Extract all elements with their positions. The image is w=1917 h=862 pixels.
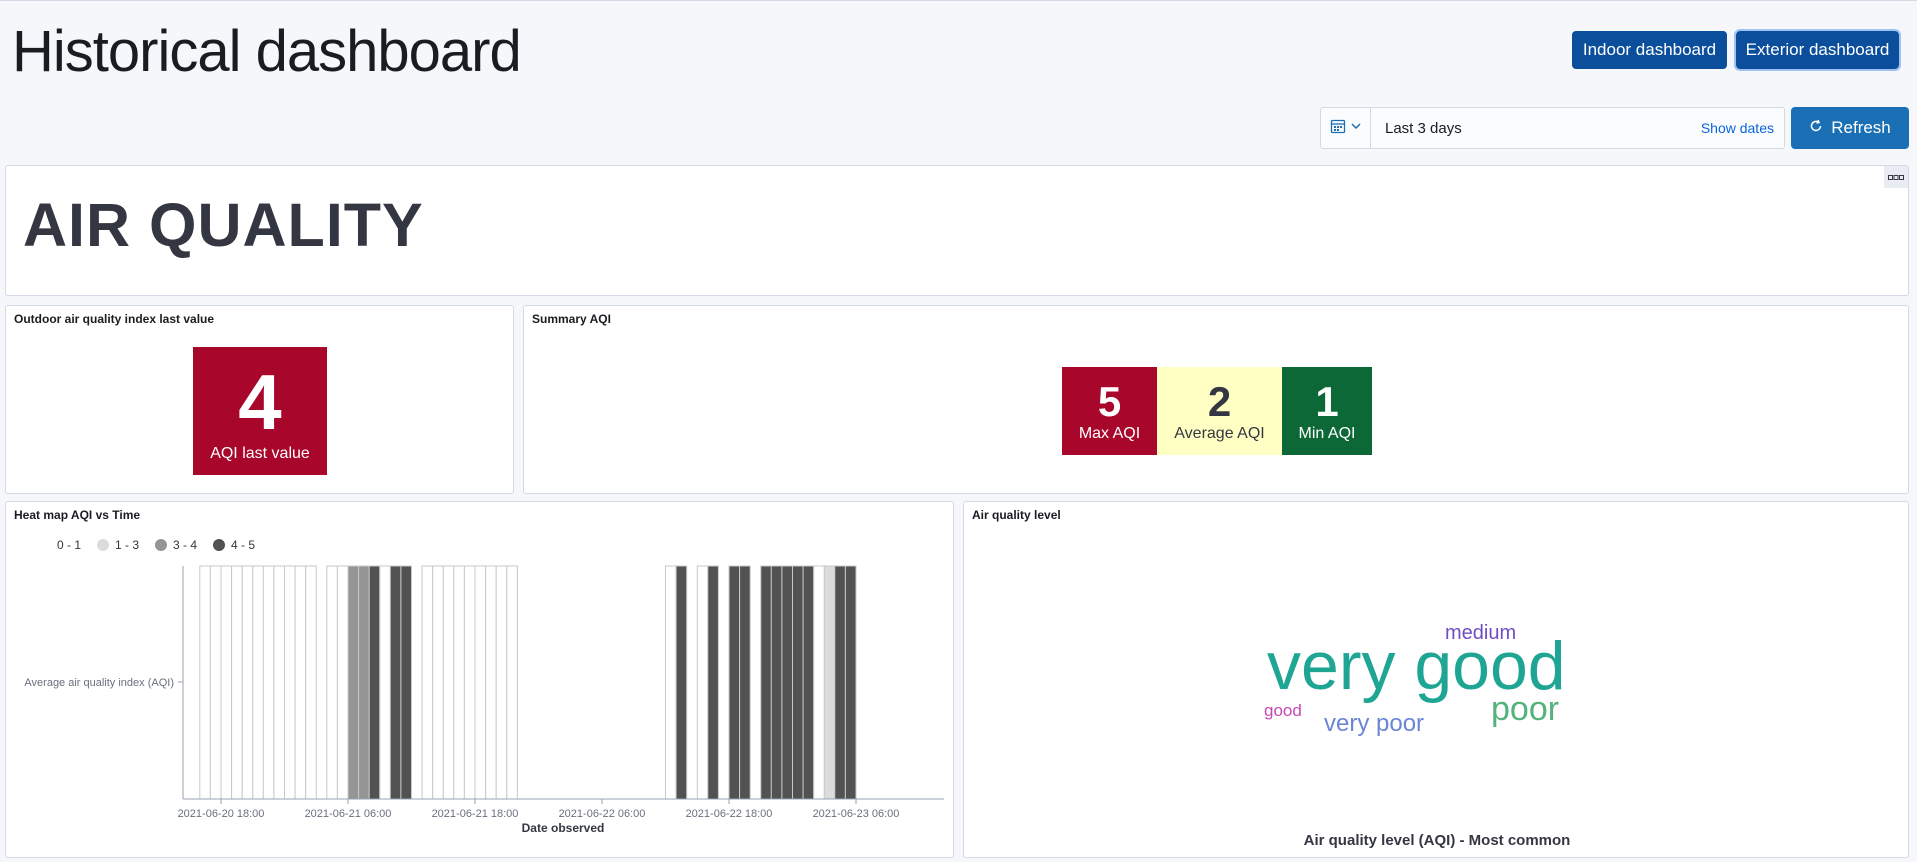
page-title: Historical dashboard [12, 19, 522, 84]
refresh-icon [1809, 118, 1823, 138]
metric-value: 2 [1207, 378, 1232, 425]
heatmap-cell[interactable] [326, 565, 338, 800]
word-cloud-caption: Air quality level (AQI) - Most common [1303, 832, 1571, 849]
panel-title: Air quality level [972, 508, 1061, 522]
heatmap-cell[interactable] [432, 565, 444, 800]
heatmap-cell[interactable] [792, 565, 804, 800]
last-value-panel: Outdoor air quality index last value 4 A… [5, 305, 514, 494]
heatmap-cell[interactable] [506, 565, 518, 800]
heatmap-cell[interactable] [209, 565, 222, 800]
x-axis-label: Date observed [522, 821, 605, 835]
heatmap-cell[interactable] [400, 565, 412, 800]
y-axis-label: Average air quality index (AQI) [24, 677, 174, 689]
aqi-last-value-metric: 4 AQI last value [193, 347, 327, 475]
heatmap-cell[interactable] [305, 565, 317, 800]
heatmap-cell[interactable] [696, 565, 709, 800]
heatmap-cell[interactable] [665, 565, 677, 800]
exterior-dashboard-button[interactable]: Exterior dashboard [1734, 29, 1901, 71]
heatmap-cell[interactable] [495, 565, 508, 800]
heatmap-cell[interactable] [485, 565, 497, 800]
heatmap-cell[interactable] [813, 565, 825, 800]
refresh-label: Refresh [1831, 118, 1891, 137]
heatmap-cell[interactable] [474, 565, 487, 800]
x-tick-label: 2021-06-21 18:00 [432, 808, 519, 820]
word-good[interactable]: good [1264, 702, 1302, 719]
x-tick-label: 2021-06-20 18:00 [178, 808, 265, 820]
summary-aqi-panel: Summary AQI 5 Max AQI 2 Average AQI 1 Mi… [523, 305, 1909, 494]
heatmap-cell[interactable] [442, 565, 455, 800]
heatmap-cell[interactable] [802, 565, 815, 800]
panel-options-button[interactable] [1884, 166, 1908, 188]
show-dates-link[interactable]: Show dates [1701, 120, 1784, 136]
heatmap-cell[interactable] [294, 565, 307, 800]
heatmap-cell[interactable] [231, 565, 243, 800]
max-aqi-metric: 5 Max AQI [1062, 367, 1157, 455]
chevron-down-icon [1350, 119, 1362, 137]
heatmap-cell[interactable] [199, 565, 211, 800]
x-tick-label: 2021-06-23 06:00 [813, 808, 900, 820]
air-quality-level-panel: Air quality level very good medium poor … [963, 501, 1909, 858]
heatmap-cell[interactable] [728, 565, 741, 800]
panel-title: Outdoor air quality index last value [14, 312, 215, 326]
metric-label: AQI last value [210, 445, 310, 462]
heatmap-panel: Heat map AQI vs Time 0 - 1 1 - 3 3 - 4 4… [5, 501, 954, 858]
word-medium[interactable]: medium [1445, 623, 1516, 643]
calendar-icon [1330, 118, 1346, 139]
heatmap-cell[interactable] [347, 565, 360, 800]
word-very-poor[interactable]: very poor [1324, 712, 1424, 736]
heatmap-cell[interactable] [262, 565, 275, 800]
x-tick-label: 2021-06-22 06:00 [559, 808, 646, 820]
heatmap-cell[interactable] [358, 565, 370, 800]
metric-label: Min AQI [1298, 425, 1356, 442]
heatmap-cell[interactable] [389, 565, 402, 800]
heatmap-cell[interactable] [368, 565, 381, 800]
metric-label: Max AQI [1078, 425, 1141, 442]
heatmap-cell[interactable] [823, 565, 836, 800]
refresh-button[interactable]: Refresh [1791, 107, 1909, 149]
heatmap-cell[interactable] [770, 565, 783, 800]
heatmap-cell[interactable] [707, 565, 719, 800]
heatmap-cell[interactable] [336, 565, 349, 800]
heatmap-cell[interactable] [273, 565, 285, 800]
date-range-value[interactable]: Last 3 days [1371, 120, 1701, 137]
heatmap-cell[interactable] [421, 565, 434, 800]
metric-value: 5 [1097, 378, 1122, 425]
top-border [0, 0, 1917, 1]
panel-title: Summary AQI [532, 312, 611, 326]
x-tick-label: 2021-06-21 06:00 [305, 808, 392, 820]
metric-value: 4 [238, 358, 282, 446]
heatmap-chart: Average air quality index (AQI) 2021-06-… [24, 565, 944, 835]
heatmap-cell[interactable] [220, 565, 233, 800]
heatmap-cell[interactable] [739, 565, 751, 800]
x-tick-label: 2021-06-22 18:00 [686, 808, 773, 820]
heatmap-cell[interactable] [760, 565, 772, 800]
metric-label: Average AQI [1174, 425, 1265, 442]
heatmap-cell[interactable] [252, 565, 264, 800]
indoor-dashboard-button[interactable]: Indoor dashboard [1572, 31, 1727, 69]
options-icon [1888, 168, 1904, 186]
air-quality-panel: AIR QUALITY [5, 165, 1909, 296]
heatmap-cell[interactable] [379, 565, 391, 800]
metric-value: 1 [1315, 378, 1339, 425]
heatmap-cell[interactable] [675, 565, 688, 800]
air-quality-heading: AIR QUALITY [23, 191, 424, 259]
heatmap-cell[interactable] [241, 565, 254, 800]
word-poor[interactable]: poor [1491, 692, 1559, 726]
heatmap-cell[interactable] [844, 565, 857, 800]
heatmap-cell[interactable] [781, 565, 794, 800]
average-aqi-metric: 2 Average AQI [1157, 367, 1282, 455]
heatmap-cell[interactable] [834, 565, 846, 800]
heatmap-cell[interactable] [284, 565, 296, 800]
heatmap-cell[interactable] [463, 565, 476, 800]
heatmap-cell[interactable] [453, 565, 465, 800]
quick-select-button[interactable] [1321, 108, 1371, 148]
min-aqi-metric: 1 Min AQI [1282, 367, 1372, 455]
date-picker[interactable]: Last 3 days Show dates [1320, 107, 1785, 149]
